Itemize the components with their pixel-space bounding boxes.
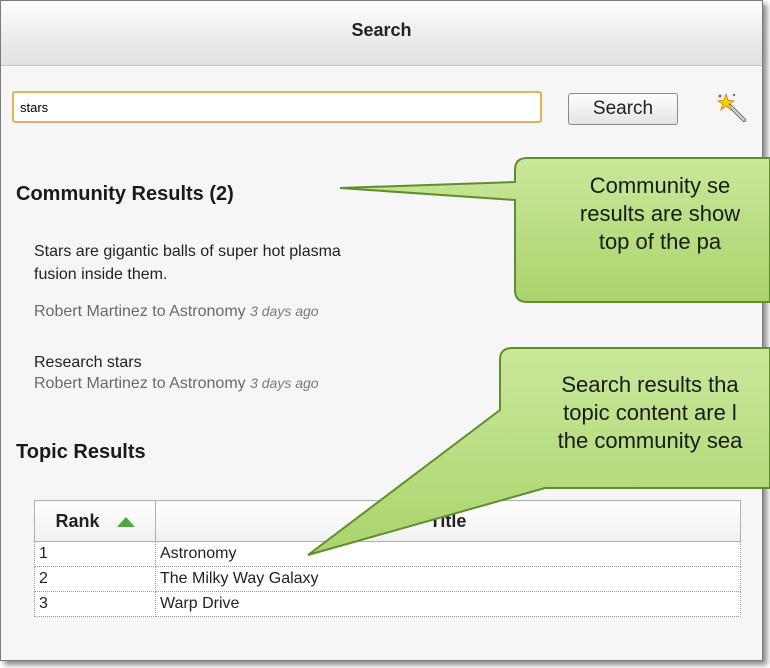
magic-wand-icon[interactable]	[717, 93, 747, 123]
result-author[interactable]: Robert Martinez to Astronomy	[34, 375, 246, 392]
sort-ascending-icon[interactable]	[116, 516, 135, 527]
callout-line: topic content are l	[563, 400, 737, 425]
community-result-text[interactable]: Research stars	[34, 352, 142, 373]
community-results-heading: Community Results (2)	[16, 183, 234, 205]
community-result-meta: Robert Martinez to Astronomy 3 days ago	[34, 303, 319, 321]
rank-cell: 2	[34, 566, 156, 592]
callout-line: Search results tha	[561, 372, 739, 397]
rank-header-label: Rank	[55, 510, 100, 531]
table-header-row: Rank Title	[34, 500, 741, 542]
result-author[interactable]: Robert Martinez to Astronomy	[34, 303, 246, 320]
search-input[interactable]	[12, 91, 542, 123]
column-header-title[interactable]: Title	[155, 500, 741, 542]
topic-results-heading: Topic Results	[16, 441, 146, 463]
table-row[interactable]: 2 The Milky Way Galaxy	[34, 566, 741, 592]
result-time: 3 days ago	[250, 375, 319, 391]
community-result-meta: Robert Martinez to Astronomy 3 days ago	[34, 375, 319, 393]
rank-cell: 3	[34, 591, 156, 617]
title-bar: Search	[1, 1, 762, 66]
callout-line: Community se	[589, 173, 731, 198]
search-button[interactable]: Search	[568, 93, 678, 125]
column-header-rank[interactable]: Rank	[34, 500, 156, 542]
table-row[interactable]: 3 Warp Drive	[34, 591, 741, 617]
callout-topic-text: Search results tha topic content are l t…	[520, 371, 770, 455]
callout-line: results are show	[579, 201, 741, 226]
topic-results-table: Rank Title 1 Astronomy 2 The Milky Way G…	[34, 500, 741, 617]
callout-line: top of the pa	[598, 229, 722, 254]
table-row[interactable]: 1 Astronomy	[34, 541, 741, 567]
callout-community-text: Community se results are show top of the…	[540, 172, 770, 256]
callout-line: the community sea	[557, 428, 743, 453]
community-result-text-continued[interactable]: fusion inside them.	[34, 264, 167, 285]
rank-cell: 1	[34, 541, 156, 567]
title-cell[interactable]: Astronomy	[155, 541, 741, 567]
search-window: Search Search Community Results (2) Star…	[0, 0, 763, 661]
title-cell[interactable]: The Milky Way Galaxy	[155, 566, 741, 592]
window-title: Search	[351, 20, 412, 40]
title-cell[interactable]: Warp Drive	[155, 591, 741, 617]
result-time: 3 days ago	[250, 303, 319, 319]
community-result-text[interactable]: Stars are gigantic balls of super hot pl…	[34, 241, 341, 262]
